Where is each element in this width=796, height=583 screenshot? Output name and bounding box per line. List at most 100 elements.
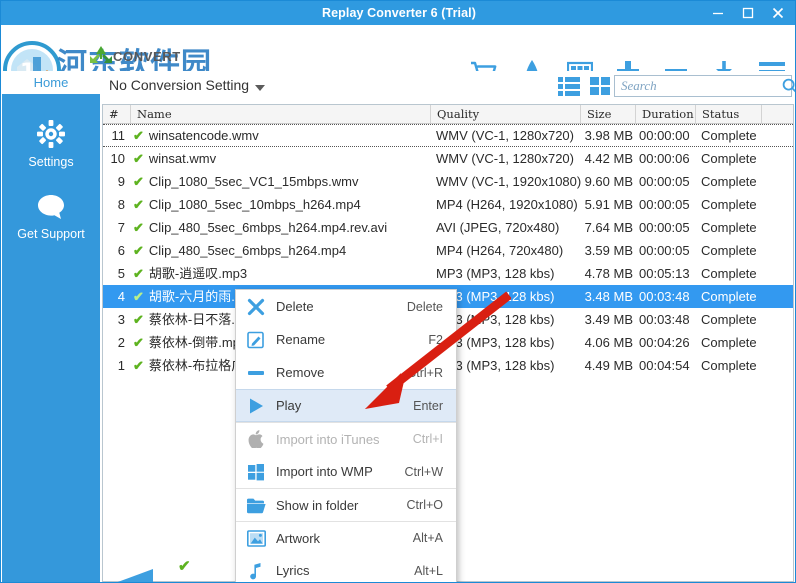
check-icon[interactable]: ✔ — [133, 359, 144, 372]
row-file-name: Clip_1080_5sec_10mbps_h264.mp4 — [148, 197, 361, 212]
table-row[interactable]: 11 ✔ winsatencode.wmv WMV (VC-1, 1280x720) 3… — [103, 124, 793, 147]
check-icon[interactable]: ✔ — [133, 290, 144, 303]
pencil-edit-icon — [236, 323, 276, 356]
row-number: 4 — [117, 289, 125, 304]
check-icon[interactable]: ✔ — [133, 152, 144, 165]
row-duration: 00:00:05 — [639, 220, 690, 235]
table-row[interactable]: 5 ✔ 胡歌-逍遥叹.mp3 MP3 (MP3, 128 kbs) 4.78 MB 00:… — [103, 262, 793, 285]
column-header-extra[interactable] — [762, 105, 793, 123]
check-icon[interactable]: ✔ — [133, 313, 144, 326]
menu-item-play[interactable]: Play Enter — [236, 389, 456, 422]
close-button[interactable] — [763, 2, 793, 24]
check-icon[interactable]: ✔ — [133, 175, 144, 188]
row-quality: MP4 (H264, 1920x1080) — [436, 197, 578, 212]
table-row[interactable]: 8 ✔ Clip_1080_5sec_10mbps_h264.mp4 MP4 (H26… — [103, 193, 793, 216]
title-bar: Replay Converter 6 (Trial) — [1, 1, 795, 25]
row-size: 3.98 MB — [584, 128, 633, 143]
menu-item-shortcut: Alt+L — [414, 563, 443, 578]
row-name-cell: ✔ Clip_480_5sec_6mbps_h264.mp4.rev.avi — [131, 216, 431, 239]
row-status: Complete — [701, 151, 757, 166]
row-duration: 00:00:05 — [639, 197, 690, 212]
check-icon[interactable]: ✔ — [133, 221, 144, 234]
play-icon — [236, 389, 276, 422]
row-quality: WMV (VC-1, 1280x720) — [436, 151, 574, 166]
menu-item-remove[interactable]: Remove Ctrl+R — [236, 356, 456, 389]
row-duration: 00:00:05 — [639, 243, 690, 258]
row-duration: 00:03:48 — [639, 289, 690, 304]
sidebar-item-settings-label: Settings — [28, 155, 74, 169]
sidebar-item-get-support-label: Get Support — [17, 227, 85, 241]
row-extra — [762, 262, 793, 285]
row-duration: 00:00:00 — [639, 128, 690, 143]
tab-home[interactable]: Home — [2, 71, 100, 97]
check-icon[interactable]: ✔ — [133, 244, 144, 257]
row-file-name: Clip_480_5sec_6mbps_h264.mp4 — [148, 243, 347, 258]
menu-item-import-into-wmp[interactable]: Import into WMP Ctrl+W — [236, 455, 456, 488]
table-row[interactable]: 10 ✔ winsat.wmv WMV (VC-1, 1280x720) 4.42 MB… — [103, 147, 793, 170]
menu-item-label: Show in folder — [276, 497, 359, 513]
row-size: 4.06 MB — [584, 335, 633, 350]
search-input[interactable] — [615, 76, 782, 96]
x-icon — [236, 290, 276, 323]
row-file-name: winsat.wmv — [148, 151, 217, 166]
column-header-duration[interactable]: Duration — [636, 105, 696, 123]
menu-item-shortcut: Ctrl+I — [412, 432, 443, 446]
sidebar-item-get-support[interactable]: Get Support — [2, 191, 100, 241]
menu-item-label: Artwork — [276, 530, 321, 546]
column-header-status[interactable]: Status — [696, 105, 762, 123]
column-header-quality[interactable]: Quality — [431, 105, 581, 123]
row-number: 5 — [117, 266, 125, 281]
row-size: 3.59 MB — [584, 243, 633, 258]
minimize-button[interactable] — [703, 2, 733, 24]
row-quality: WMV (VC-1, 1920x1080) — [436, 174, 581, 189]
check-icon[interactable]: ✔ — [133, 336, 144, 349]
menu-item-delete[interactable]: Delete Delete — [236, 290, 456, 323]
row-quality: AVI (JPEG, 720x480) — [436, 220, 560, 235]
row-name-cell: ✔ Clip_480_5sec_6mbps_h264.mp4 — [131, 239, 431, 262]
check-icon[interactable]: ✔ — [133, 267, 144, 280]
row-extra — [762, 239, 793, 262]
menu-item-show-in-folder[interactable]: Show in folder Ctrl+O — [236, 488, 456, 521]
row-number: 3 — [117, 312, 125, 327]
check-icon[interactable]: ✔ — [133, 129, 144, 142]
context-menu: Delete Delete Rename F2 Remove Ctrl+R Play Ente… — [235, 289, 457, 582]
view-toggle-group — [558, 76, 611, 96]
row-extra — [762, 354, 793, 377]
row-number: 9 — [117, 174, 125, 189]
music-note-icon — [236, 554, 276, 582]
chevron-down-icon[interactable] — [255, 85, 265, 91]
row-name-cell: ✔ Clip_1080_5sec_10mbps_h264.mp4 — [131, 193, 431, 216]
row-duration: 00:04:54 — [639, 358, 690, 373]
speech-bubble-icon — [38, 195, 64, 219]
table-row[interactable]: 9 ✔ Clip_1080_5sec_VC1_15mbps.wmv WMV (VC-1… — [103, 170, 793, 193]
column-header-number[interactable]: # — [103, 105, 131, 123]
column-header-size[interactable]: Size — [581, 105, 636, 123]
list-view-icon[interactable] — [558, 76, 580, 96]
table-row[interactable]: 6 ✔ Clip_480_5sec_6mbps_h264.mp4 MP4 (H264,… — [103, 239, 793, 262]
search-box[interactable] — [614, 75, 795, 97]
bottom-check-icon: ✔ — [178, 558, 191, 575]
sidebar-item-settings[interactable]: Settings — [2, 119, 100, 169]
menu-item-label: Import into iTunes — [276, 431, 380, 447]
check-icon[interactable]: ✔ — [133, 198, 144, 211]
maximize-button[interactable] — [733, 2, 763, 24]
row-file-name: 胡歌-逍遥叹.mp3 — [148, 266, 248, 281]
menu-item-artwork[interactable]: Artwork Alt+A — [236, 521, 456, 554]
menu-item-lyrics[interactable]: Lyrics Alt+L — [236, 554, 456, 582]
row-number: 8 — [117, 197, 125, 212]
menu-item-shortcut: F2 — [428, 332, 443, 347]
column-header-name[interactable]: Name — [131, 105, 431, 123]
menu-item-label: Import into WMP — [276, 464, 373, 479]
folder-open-icon — [236, 489, 276, 522]
search-icon[interactable] — [782, 76, 795, 96]
grid-view-icon[interactable] — [589, 76, 611, 96]
row-status: Complete — [701, 335, 757, 350]
conversion-setting-label[interactable]: No Conversion Setting — [109, 77, 249, 93]
table-header-row: # Name Quality Size Duration Status — [103, 105, 793, 124]
row-status: Complete — [701, 174, 757, 189]
bottom-play-icon[interactable] — [113, 567, 155, 583]
table-row[interactable]: 7 ✔ Clip_480_5sec_6mbps_h264.mp4.rev.avi AV… — [103, 216, 793, 239]
menu-item-rename[interactable]: Rename F2 — [236, 323, 456, 356]
row-number: 1 — [117, 358, 125, 373]
row-size: 4.42 MB — [584, 151, 633, 166]
